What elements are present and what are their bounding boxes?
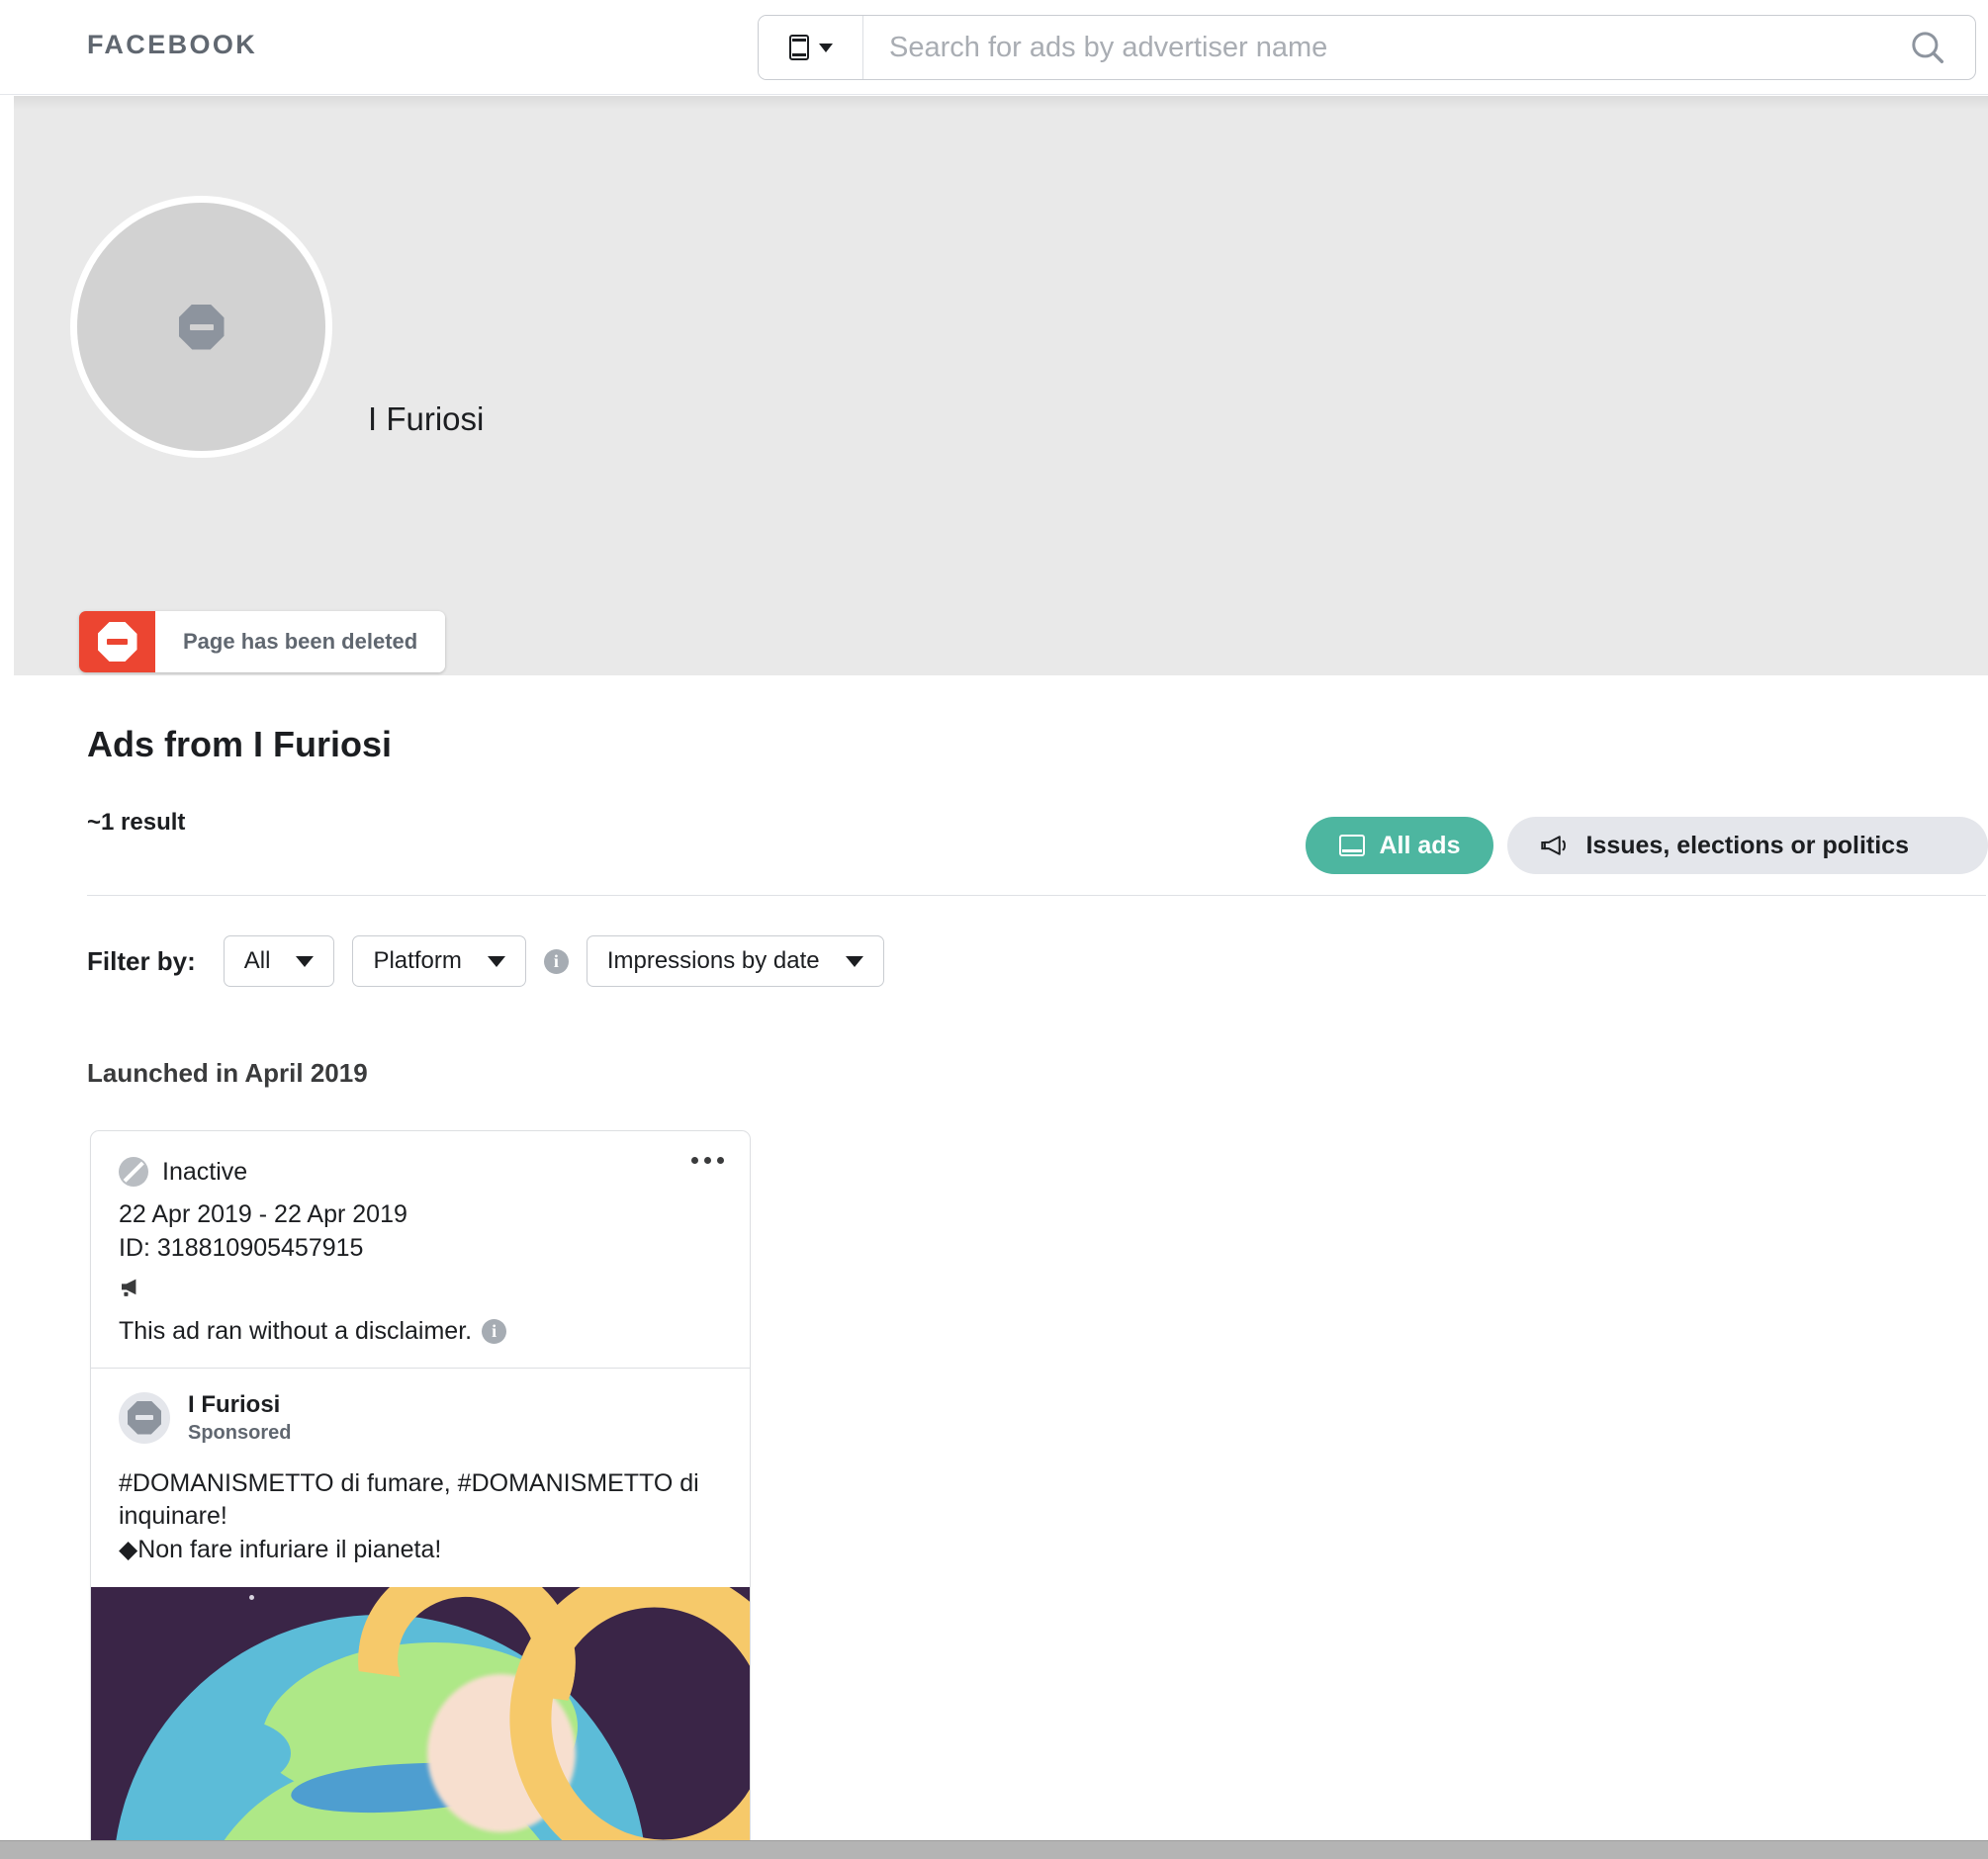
ad-date-range: 22 Apr 2019 - 22 Apr 2019 — [119, 1200, 407, 1228]
status-badge: Page has been deleted — [79, 611, 446, 672]
badge-icon-box — [79, 611, 155, 672]
ad-author: I Furiosi Sponsored — [91, 1369, 750, 1446]
more-options-icon[interactable] — [691, 1157, 724, 1164]
tab-issues-elections-politics-label: Issues, elections or politics — [1585, 831, 1909, 859]
megaphone-glyph-icon — [122, 1279, 136, 1296]
ad-id: ID: 318810905457915 — [119, 1233, 364, 1262]
star-decoration — [249, 1594, 254, 1600]
filter-impressions-dropdown[interactable]: Impressions by date — [586, 935, 884, 987]
filter-impressions-value: Impressions by date — [606, 947, 820, 974]
chevron-down-icon — [487, 955, 505, 967]
atlantic-bay — [172, 1718, 291, 1788]
search-button[interactable] — [1880, 16, 1975, 79]
ad-body-line-1: #DOMANISMETTO di fumare, #DOMANISMETTO d… — [119, 1468, 699, 1531]
search-icon — [1912, 32, 1944, 64]
slash-circle-icon — [119, 1157, 148, 1187]
ad-metadata: Inactive 22 Apr 2019 - 22 Apr 2019 ID: 3… — [91, 1131, 750, 1368]
chevron-down-icon — [845, 955, 863, 967]
tab-all-ads[interactable]: All ads — [1305, 817, 1494, 874]
info-icon[interactable]: i — [482, 1318, 507, 1344]
monitor-icon — [788, 35, 809, 60]
info-icon[interactable]: i — [543, 948, 569, 974]
facebook-logo: FACEBOOK — [87, 30, 258, 59]
ad-type-selector[interactable] — [759, 16, 863, 79]
avatar — [70, 196, 332, 458]
ad-status-row: Inactive — [119, 1157, 722, 1187]
megaphone-icon — [1541, 836, 1567, 855]
ad-status-label: Inactive — [162, 1157, 248, 1186]
ad-sponsored-label: Sponsored — [188, 1421, 292, 1444]
blocked-octagon-icon — [97, 622, 137, 662]
ad-disclaimer-text: This ad ran without a disclaimer. — [119, 1316, 473, 1345]
ad-author-name: I Furiosi — [188, 1390, 281, 1418]
section-divider — [87, 895, 1986, 896]
search-input[interactable] — [863, 16, 1880, 79]
chevron-down-icon — [296, 955, 315, 967]
tab-all-ads-label: All ads — [1379, 831, 1461, 859]
ad-card: Inactive 22 Apr 2019 - 22 Apr 2019 ID: 3… — [90, 1130, 751, 1859]
filter-all-value: All — [243, 947, 271, 974]
megaphone-icon — [119, 1276, 722, 1303]
blocked-octagon-icon — [178, 304, 225, 350]
status-badge-label: Page has been deleted — [155, 611, 446, 672]
monitor-icon — [1338, 835, 1365, 856]
ad-category-tabs: All ads Issues, elections or politics — [1305, 817, 1988, 874]
ad-library-page: FACEBOOK I Furiosi — [0, 0, 1988, 1859]
ad-creative-image[interactable] — [91, 1586, 750, 1859]
page-title: I Furiosi — [368, 400, 485, 437]
filter-platform-value: Platform — [373, 947, 462, 974]
filter-platform-dropdown[interactable]: Platform — [352, 935, 526, 987]
ad-body-line-2: ◆Non fare infuriare il pianeta! — [119, 1536, 442, 1563]
search-bar — [758, 15, 1976, 80]
avatar — [119, 1391, 170, 1444]
filter-by-label: Filter by: — [87, 945, 196, 976]
month-section-heading: Launched in April 2019 — [87, 1058, 368, 1088]
ad-body-text: #DOMANISMETTO di fumare, #DOMANISMETTO d… — [91, 1446, 750, 1587]
result-count: ~1 result — [87, 809, 186, 836]
ad-disclaimer: This ad ran without a disclaimer. i — [119, 1317, 722, 1346]
blocked-octagon-icon — [128, 1400, 161, 1435]
page-hero-section: I Furiosi Page has been deleted — [14, 96, 1988, 675]
results-heading: Ads from I Furiosi — [87, 724, 393, 764]
filter-all-dropdown[interactable]: All — [223, 935, 335, 987]
tab-issues-elections-politics[interactable]: Issues, elections or politics — [1507, 817, 1988, 874]
filter-bar: Filter by: All Platform i Impressions by… — [87, 935, 884, 987]
horizontal-scrollbar[interactable] — [0, 1840, 1988, 1859]
top-navigation-bar: FACEBOOK — [0, 0, 1988, 95]
chevron-down-icon — [818, 43, 833, 52]
